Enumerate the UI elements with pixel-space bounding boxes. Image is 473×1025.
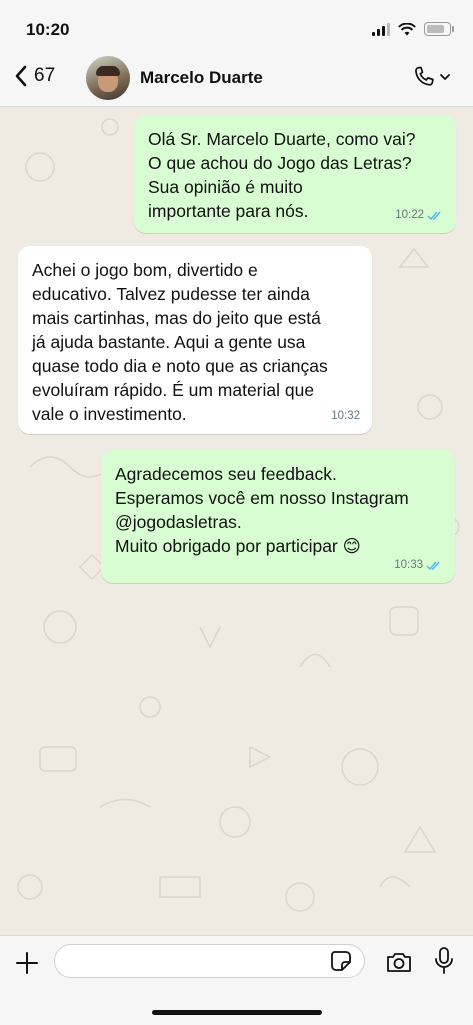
message-incoming[interactable]: Achei o jogo bom, divertido e educativo.… <box>18 246 372 434</box>
message-text: Agradecemos seu feedback. Esperamos você… <box>115 464 409 556</box>
chevron-down-icon <box>440 74 450 81</box>
camera-icon[interactable] <box>385 949 413 975</box>
home-indicator <box>152 1010 322 1015</box>
status-bar: 10:20 <box>0 0 473 52</box>
back-button[interactable]: 67 <box>14 64 55 88</box>
chat-header: 67 Marcelo Duarte <box>0 52 473 107</box>
phone-icon <box>415 66 434 86</box>
message-time: 10:22 <box>395 209 424 221</box>
status-icons <box>372 22 454 36</box>
message-meta: 10:33 <box>394 553 443 577</box>
message-time: 10:33 <box>394 559 423 571</box>
message-input[interactable] <box>54 944 365 978</box>
message-outgoing[interactable]: Olá Sr. Marcelo Duarte, como vai? O que … <box>134 115 456 233</box>
message-outgoing[interactable]: Agradecemos seu feedback. Esperamos você… <box>101 450 455 583</box>
signal-icon <box>372 22 390 36</box>
message-meta: 10:22 <box>395 203 444 227</box>
message-meta: 10:32 <box>331 404 360 428</box>
contact-avatar[interactable] <box>86 56 130 100</box>
chevron-left-icon <box>15 65 27 87</box>
wifi-icon <box>398 22 416 35</box>
composer-bar <box>0 935 473 1025</box>
message-text: Achei o jogo bom, divertido e educativo.… <box>32 260 328 424</box>
plus-icon[interactable] <box>14 950 40 976</box>
message-time: 10:32 <box>331 410 360 422</box>
voice-call-button[interactable] <box>411 64 451 90</box>
status-time: 10:20 <box>26 20 70 39</box>
sticker-icon[interactable] <box>330 950 352 972</box>
double-check-icon <box>427 211 441 220</box>
chat-area[interactable]: Olá Sr. Marcelo Duarte, como vai? O que … <box>0 107 473 935</box>
contact-name[interactable]: Marcelo Duarte <box>140 68 263 88</box>
battery-icon <box>424 22 454 36</box>
double-check-icon <box>426 561 440 570</box>
unread-count: 67 <box>34 65 56 86</box>
microphone-icon[interactable] <box>433 946 455 976</box>
